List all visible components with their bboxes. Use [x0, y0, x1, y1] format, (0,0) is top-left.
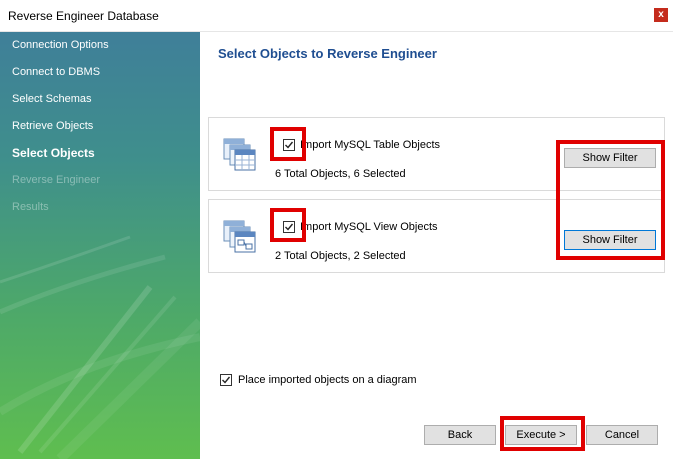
- table-objects-icon: [223, 138, 256, 171]
- import-views-label: Import MySQL View Objects: [300, 221, 438, 233]
- tables-panel: Import MySQL Table Objects 6 Total Objec…: [208, 117, 665, 191]
- close-button[interactable]: x: [654, 8, 668, 22]
- place-on-diagram-label: Place imported objects on a diagram: [238, 374, 417, 386]
- view-objects-icon: [223, 220, 256, 253]
- place-on-diagram-checkbox[interactable]: [220, 374, 232, 386]
- import-tables-checkbox[interactable]: [283, 139, 295, 151]
- tables-show-filter-button[interactable]: Show Filter: [564, 148, 656, 168]
- step-select-schemas: Select Schemas: [12, 93, 92, 105]
- back-button[interactable]: Back: [424, 425, 496, 445]
- check-icon: [222, 376, 231, 384]
- step-connect-to-dbms: Connect to DBMS: [12, 66, 101, 78]
- import-views-checkbox[interactable]: [283, 221, 295, 233]
- step-connection-options: Connection Options: [12, 39, 109, 51]
- check-icon: [285, 141, 294, 149]
- views-show-filter-button[interactable]: Show Filter: [564, 230, 656, 250]
- execute-button[interactable]: Execute >: [505, 425, 577, 445]
- title-bar: Reverse Engineer Database x: [0, 0, 673, 32]
- views-panel: Import MySQL View Objects 2 Total Object…: [208, 199, 665, 273]
- step-retrieve-objects: Retrieve Objects: [12, 120, 94, 132]
- main-content: Select Objects to Reverse Engineer Impor…: [200, 32, 673, 459]
- window-title: Reverse Engineer Database: [8, 9, 159, 23]
- views-count-text: 2 Total Objects, 2 Selected: [275, 250, 406, 262]
- step-reverse-engineer: Reverse Engineer: [12, 174, 101, 186]
- wizard-sidebar: Connection Options Connect to DBMS Selec…: [0, 32, 200, 459]
- cancel-button[interactable]: Cancel: [586, 425, 658, 445]
- tables-count-text: 6 Total Objects, 6 Selected: [275, 168, 406, 180]
- check-icon: [285, 223, 294, 231]
- step-select-objects: Select Objects: [12, 146, 95, 160]
- import-tables-label: Import MySQL Table Objects: [300, 139, 440, 151]
- page-title: Select Objects to Reverse Engineer: [218, 46, 437, 61]
- step-results: Results: [12, 201, 49, 213]
